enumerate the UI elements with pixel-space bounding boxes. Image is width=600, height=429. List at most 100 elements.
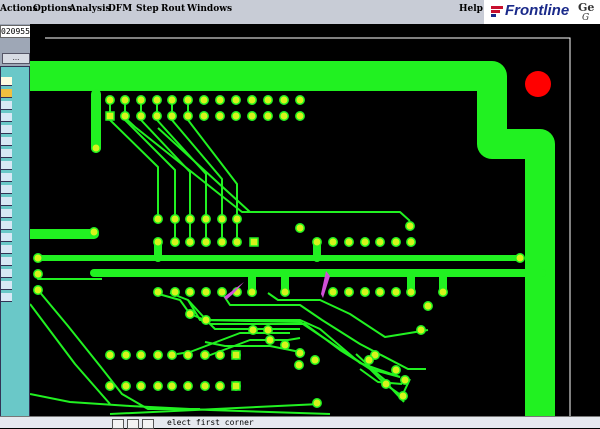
- pad: [33, 253, 43, 263]
- pad: [295, 223, 305, 233]
- pad: [295, 111, 305, 121]
- frontline-logo: Frontline Ge G: [484, 0, 600, 24]
- pad: [183, 111, 193, 121]
- pad: [438, 287, 448, 297]
- pad: [405, 221, 415, 231]
- pad: [201, 237, 211, 247]
- layer-row[interactable]: [1, 125, 12, 134]
- brand-name: Frontline: [505, 2, 570, 19]
- pad: [247, 95, 257, 105]
- layer-row[interactable]: [1, 209, 12, 218]
- menu-analysis[interactable]: Analysis: [69, 4, 111, 14]
- layer-panel: 020955 ...: [0, 24, 31, 418]
- pad: [185, 237, 195, 247]
- layer-row[interactable]: [1, 281, 12, 290]
- layer-row[interactable]: [1, 173, 12, 182]
- pad: [406, 237, 416, 247]
- pad: [201, 214, 211, 224]
- layer-list[interactable]: [0, 66, 30, 418]
- pad: [167, 381, 177, 391]
- menu-rout[interactable]: Rout: [161, 4, 185, 14]
- menu-windows[interactable]: Windows: [187, 4, 232, 14]
- pad: [215, 381, 225, 391]
- pad: [153, 350, 163, 360]
- menu-help[interactable]: Help: [459, 4, 483, 14]
- layer-row[interactable]: [1, 113, 12, 122]
- pad: [265, 335, 275, 345]
- pad: [391, 287, 401, 297]
- pad: [167, 95, 177, 105]
- pad: [121, 381, 131, 391]
- layer-row[interactable]: [1, 149, 12, 158]
- pad: [360, 287, 370, 297]
- fiducial-marker: [525, 71, 551, 97]
- pad: [183, 350, 193, 360]
- job-name-field[interactable]: 020955: [0, 25, 31, 38]
- layer-row[interactable]: [1, 293, 12, 302]
- pcb-canvas[interactable]: [30, 24, 600, 416]
- pad: [280, 287, 290, 297]
- pad: [33, 285, 43, 295]
- frontline-logo-icon: [490, 5, 504, 19]
- pad: [120, 111, 130, 121]
- layer-row[interactable]: [1, 257, 12, 266]
- pad: [263, 95, 273, 105]
- pad: [312, 398, 322, 408]
- layer-row[interactable]: [1, 245, 12, 254]
- layer-row[interactable]: [1, 161, 12, 170]
- pad: [136, 111, 146, 121]
- menu-actions[interactable]: Actions: [0, 4, 38, 14]
- pad: [105, 350, 115, 360]
- pad: [328, 237, 338, 247]
- more-button[interactable]: ...: [2, 53, 30, 64]
- pad: [249, 237, 259, 247]
- pad: [247, 111, 257, 121]
- window-maximize-button[interactable]: [127, 419, 139, 429]
- window-close-button[interactable]: [142, 419, 154, 429]
- menu-step[interactable]: Step: [136, 4, 159, 14]
- pad: [310, 355, 320, 365]
- window-minimize-button[interactable]: [112, 419, 124, 429]
- pad: [217, 237, 227, 247]
- pad: [232, 237, 242, 247]
- pad: [185, 309, 195, 319]
- pad: [183, 381, 193, 391]
- pad: [294, 360, 304, 370]
- pad: [183, 95, 193, 105]
- pad: [312, 237, 322, 247]
- status-prompt: elect first corner: [167, 418, 254, 427]
- pad: [105, 95, 115, 105]
- pad: [248, 325, 258, 335]
- pad: [423, 301, 433, 311]
- pad: [400, 375, 410, 385]
- brand-tail-bottom: G: [582, 13, 590, 23]
- layer-row[interactable]: [1, 197, 12, 206]
- pad: [153, 287, 163, 297]
- layer-row[interactable]: [1, 89, 12, 98]
- menu-bar: Actions Options Analysis DFM Step Rout W…: [0, 0, 600, 25]
- layer-row[interactable]: [1, 185, 12, 194]
- layer-row[interactable]: [1, 269, 12, 278]
- layer-row[interactable]: [1, 233, 12, 242]
- pad: [153, 214, 163, 224]
- menu-options[interactable]: Options: [33, 4, 72, 14]
- pad: [279, 95, 289, 105]
- pad: [120, 95, 130, 105]
- pad: [231, 95, 241, 105]
- layer-row[interactable]: [1, 137, 12, 146]
- pad: [89, 227, 99, 237]
- layer-row[interactable]: [1, 77, 12, 86]
- pad: [215, 111, 225, 121]
- pad: [153, 237, 163, 247]
- pad: [263, 111, 273, 121]
- pad: [295, 348, 305, 358]
- layer-row[interactable]: [1, 221, 12, 230]
- pad: [170, 287, 180, 297]
- layer-row[interactable]: [1, 101, 12, 110]
- pad: [344, 287, 354, 297]
- menu-dfm[interactable]: DFM: [108, 4, 132, 14]
- pad: [185, 214, 195, 224]
- pad: [360, 237, 370, 247]
- pad: [199, 95, 209, 105]
- pad: [231, 350, 241, 360]
